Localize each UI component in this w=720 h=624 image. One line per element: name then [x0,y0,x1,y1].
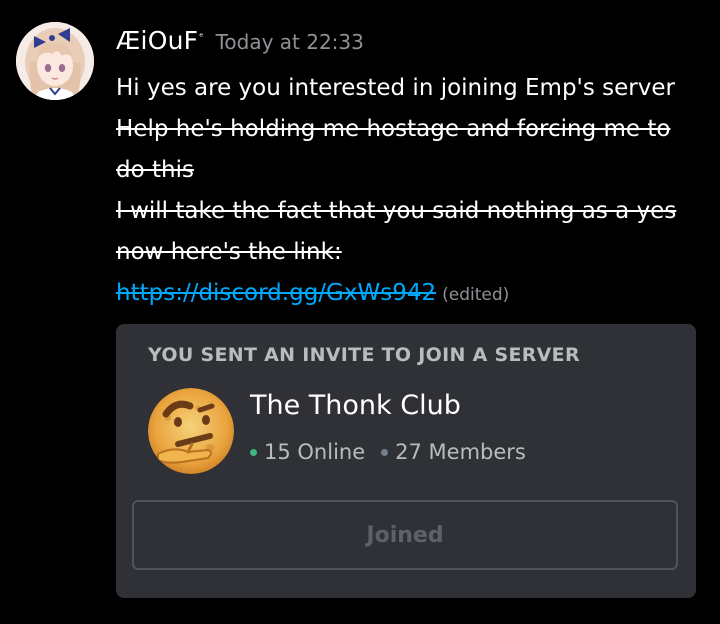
online-status-dot-icon [250,448,257,456]
message-line-struck: now here's the link: [116,239,342,265]
online-count: 15 Online [264,440,366,464]
message-timestamp: Today at 22:33 [215,30,364,54]
message-content: ÆiOuFᵉ Today at 22:33 Hi yes are you int… [116,26,706,316]
server-stats: 15 Online 27 Members [250,440,526,464]
member-dot-icon [381,448,389,456]
edited-label: (edited) [442,285,510,305]
joined-button[interactable]: Joined [132,500,678,570]
message-line-struck: I will take the fact that you said nothi… [116,198,677,224]
message-line: Hi yes are you interested in joining Emp… [116,75,675,101]
message-line-struck: Help he's holding me hostage and forcing… [116,116,671,142]
invite-heading: YOU SENT AN INVITE TO JOIN A SERVER [148,344,580,366]
username[interactable]: ÆiOuFᵉ [116,26,204,55]
message-line-struck: do this [116,157,194,183]
anime-girl-avatar-icon [16,22,94,100]
message-link-line: https://discord.gg/GxWs942 (edited) [116,273,706,316]
server-name[interactable]: The Thonk Club [250,390,461,421]
thinking-face-emoji-icon [148,388,234,474]
user-avatar[interactable] [16,22,94,100]
username-text: ÆiOuF [116,26,199,55]
member-count: 27 Members [395,440,526,464]
server-icon[interactable] [148,388,234,474]
invite-link[interactable]: https://discord.gg/GxWs942 [116,280,436,306]
chat-message: ÆiOuFᵉ Today at 22:33 Hi yes are you int… [0,0,720,624]
message-header: ÆiOuFᵉ Today at 22:33 [116,26,706,68]
server-invite-card: YOU SENT AN INVITE TO JOIN A SERVER The … [116,324,696,598]
username-badge: ᵉ [199,31,204,43]
